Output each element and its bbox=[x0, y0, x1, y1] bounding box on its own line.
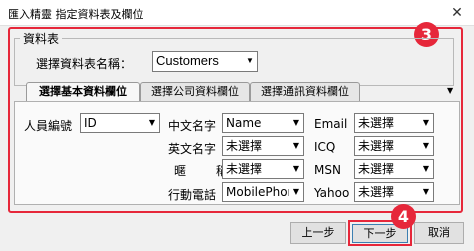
cancel-button[interactable]: 取消 bbox=[414, 222, 464, 244]
tab-scroll-down-icon[interactable]: ▼ bbox=[447, 86, 453, 95]
msn-select[interactable]: 未選擇 ▼ bbox=[354, 159, 434, 179]
tab-strip: 選擇基本資料欄位 選擇公司資料欄位 選擇通訊資料欄位 bbox=[14, 82, 460, 102]
table-name-value: Customers bbox=[156, 53, 219, 68]
english-name-value: 未選擇 bbox=[226, 139, 263, 153]
person-id-value: ID bbox=[84, 116, 97, 130]
msn-label: MSN bbox=[314, 163, 341, 177]
nickname-value: 未選擇 bbox=[226, 162, 263, 176]
yahoo-label: Yahoo bbox=[314, 186, 350, 200]
table-name-select[interactable]: Customers ▼ bbox=[152, 51, 258, 72]
person-id-label: 人員編號 bbox=[24, 119, 73, 133]
email-label: Email bbox=[314, 117, 348, 131]
tab-basic-fields[interactable]: 選擇基本資料欄位 bbox=[26, 82, 140, 102]
tab-company-fields[interactable]: 選擇公司資料欄位 bbox=[140, 82, 250, 101]
icq-label: ICQ bbox=[314, 140, 336, 154]
chevron-down-icon: ▼ bbox=[289, 137, 303, 155]
groupbox-legend: 資料表 bbox=[20, 30, 63, 47]
import-wizard-window: 匯入精靈 指定資料表及欄位 ✕ 3 資料表 選擇資料表名稱： Customers… bbox=[0, 0, 474, 251]
person-id-select[interactable]: ID ▼ bbox=[80, 113, 160, 133]
icq-select[interactable]: 未選擇 ▼ bbox=[354, 136, 434, 156]
yahoo-select[interactable]: 未選擇 ▼ bbox=[354, 182, 434, 202]
icq-value: 未選擇 bbox=[358, 139, 395, 153]
english-name-label: 英文名字 bbox=[168, 142, 217, 156]
previous-button[interactable]: 上一步 bbox=[290, 222, 346, 244]
chevron-down-icon: ▼ bbox=[289, 114, 303, 132]
english-name-select[interactable]: 未選擇 ▼ bbox=[222, 136, 304, 156]
nickname-select[interactable]: 未選擇 ▼ bbox=[222, 159, 304, 179]
chinese-name-label: 中文名字 bbox=[168, 119, 217, 133]
close-icon[interactable]: ✕ bbox=[446, 3, 468, 23]
title-bar: 匯入精靈 指定資料表及欄位 ✕ bbox=[0, 0, 474, 26]
chevron-down-icon: ▼ bbox=[419, 137, 433, 155]
chinese-name-select[interactable]: Name ▼ bbox=[222, 113, 304, 133]
chevron-down-icon: ▼ bbox=[289, 183, 303, 201]
chinese-name-value: Name bbox=[226, 116, 262, 130]
chevron-down-icon: ▼ bbox=[145, 114, 159, 132]
email-select[interactable]: 未選擇 ▼ bbox=[354, 113, 434, 133]
window-title: 匯入精靈 指定資料表及欄位 bbox=[8, 8, 144, 21]
msn-value: 未選擇 bbox=[358, 162, 395, 176]
yahoo-value: 未選擇 bbox=[358, 185, 395, 199]
mobile-select[interactable]: MobilePhone ▼ bbox=[222, 182, 304, 202]
mobile-label: 行動電話 bbox=[168, 188, 217, 202]
chevron-down-icon: ▼ bbox=[243, 52, 257, 70]
tab-contact-fields[interactable]: 選擇通訊資料欄位 bbox=[250, 82, 360, 101]
chevron-down-icon: ▼ bbox=[419, 114, 433, 132]
email-value: 未選擇 bbox=[358, 116, 395, 130]
chevron-down-icon: ▼ bbox=[289, 160, 303, 178]
chevron-down-icon: ▼ bbox=[419, 160, 433, 178]
chevron-down-icon: ▼ bbox=[419, 183, 433, 201]
table-name-label: 選擇資料表名稱： bbox=[36, 57, 133, 71]
step-4-badge: 4 bbox=[391, 204, 416, 229]
